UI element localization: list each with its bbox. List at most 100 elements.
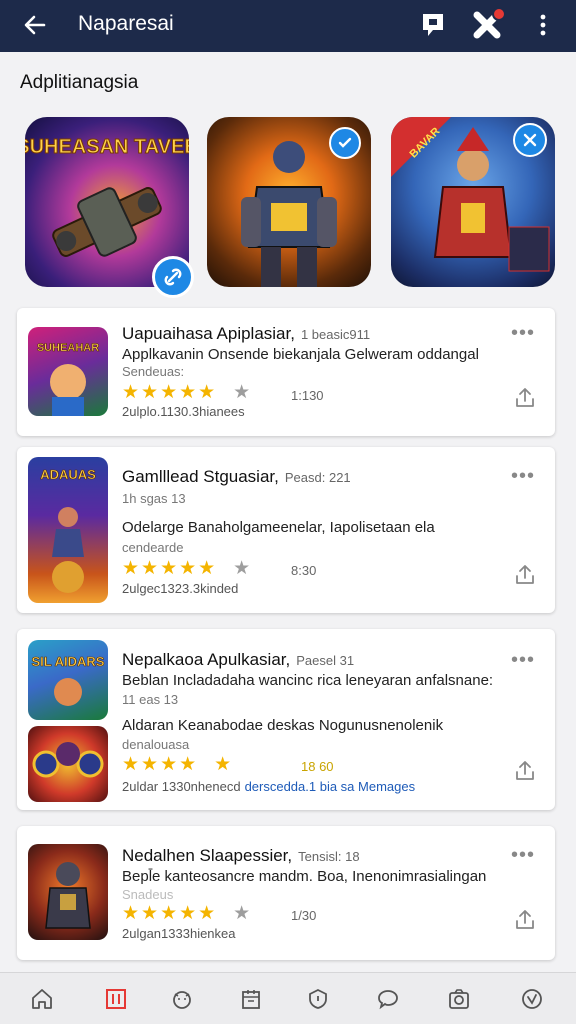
featured-badge-1[interactable]: [152, 256, 194, 298]
arrow-left-icon: [24, 15, 46, 35]
app-thumbnail-2: ADAUAS: [28, 457, 108, 603]
more-options-4[interactable]: •••: [511, 844, 535, 867]
app-thumb-art-2: ADAUAS: [40, 467, 96, 593]
app-thumb-art-3: SIL AIDARS: [31, 654, 105, 706]
section-title: Adplitianagsia: [20, 72, 139, 93]
app-name-text: Nedalhen Slaapessier,: [122, 846, 293, 865]
featured-app-3[interactable]: BAVAR: [391, 117, 555, 287]
camera-icon: [449, 989, 469, 1009]
app-name-text: Gamlllead Stguasiar,: [122, 467, 279, 486]
rating-count-2: 8:30: [291, 563, 317, 578]
rating-count-4: 1/30: [291, 908, 317, 923]
app-card-4[interactable]: Nedalhen Slaapessier, Tensisl: 18 ••• Bep…: [17, 826, 555, 960]
page-title: Naparesai: [78, 12, 174, 35]
notification-badge: [492, 7, 506, 21]
chat-icon: [423, 14, 443, 36]
share-icon[interactable]: [513, 386, 537, 410]
app-thumb-text-1: SUHEAHAR: [37, 342, 99, 354]
featured-app-2[interactable]: [207, 117, 371, 287]
more-vertical-icon: [540, 14, 546, 36]
bookmark-icon: [106, 989, 126, 1009]
app-name-2: Gamlllead Stguasiar, Peasd: 221: [122, 467, 351, 487]
app-thumbnail-3: SIL AIDARS: [28, 640, 108, 720]
nav-check[interactable]: [518, 985, 546, 1013]
app-desc-1: Applkavanin Onsende biekanjala Gelweram …: [122, 346, 479, 363]
app-desc-2: Odelarge Banaholgameenelar, Iapolisetaan…: [122, 519, 435, 536]
link-icon: [164, 268, 182, 286]
chat-button[interactable]: [416, 8, 450, 42]
app-desc-3: Beblan Incladadaha wancinc rica leneyara…: [122, 672, 494, 689]
app-name-1: Uapuaihasa Apiplasiar, 1 beasic911: [122, 324, 370, 344]
app-desc-3c: denalouasa: [122, 737, 190, 752]
app-thumb-text-3: SIL AIDARS: [32, 654, 105, 669]
app-thumb-art-3b: [32, 742, 104, 778]
star-empty: ★: [233, 558, 253, 579]
rating-stars-2: ★★★★★ ★: [122, 557, 252, 580]
face-icon: [173, 991, 191, 1009]
app-desc-4a: Snadeus: [122, 887, 174, 902]
star-partial: ★: [214, 754, 234, 775]
nav-home[interactable]: [28, 985, 56, 1013]
app-thumbnail-4: [28, 844, 108, 940]
more-options-3[interactable]: •••: [511, 649, 535, 672]
back-button[interactable]: [20, 10, 50, 40]
check-icon: [338, 137, 352, 148]
more-options-button[interactable]: [526, 8, 560, 42]
app-meta-1: 1 beasic911: [300, 327, 371, 342]
app-thumbnail-1: SUHEAHAR: [28, 327, 108, 416]
featured-art-text-1: SUHEASAN TAVEE: [25, 136, 189, 158]
app-card-3[interactable]: SIL AIDARS Nepalkaoa Apulkasiar, Paesel 3…: [17, 629, 555, 810]
top-app-bar: Naparesai: [0, 0, 576, 52]
rating-stars-4: ★★★★★ ★: [122, 902, 252, 925]
home-icon: [32, 989, 52, 1009]
app-thumb-text-2: ADAUAS: [40, 467, 96, 482]
close-button[interactable]: [470, 7, 506, 42]
more-options-2[interactable]: •••: [511, 465, 535, 488]
nav-bookmark[interactable]: [102, 985, 130, 1013]
share-icon[interactable]: [513, 759, 537, 783]
app-thumb-art-1: SUHEAHAR: [37, 342, 100, 416]
check-circle-icon: [522, 989, 542, 1009]
calendar-icon: [242, 990, 260, 1009]
nav-shield[interactable]: [304, 985, 332, 1013]
downloads-2: 2ulgec1323.3kinded: [122, 581, 239, 596]
app-name-3: Nepalkaoa Apulkasiar, Paesel 31: [122, 650, 354, 670]
downloads-1: 2ulplo.1130.3hianees: [122, 404, 245, 419]
featured-badge-2[interactable]: [329, 127, 361, 159]
rating-stars-1: ★★★★★ ★: [122, 381, 252, 404]
app-desc-2a: 1h sgas 13: [122, 491, 186, 506]
app-name-text: Nepalkaoa Apulkasiar,: [122, 650, 291, 669]
shield-icon: [309, 988, 327, 1009]
rating-count-3: 18 60: [301, 759, 334, 774]
star-empty: ★: [233, 382, 253, 403]
bottom-navigation: [0, 972, 576, 1024]
app-meta-2: Peasd: 221: [284, 470, 351, 485]
app-card-1[interactable]: SUHEAHAR Uapuaihasa Apiplasiar, 1 beasic9…: [17, 308, 555, 436]
app-meta-3: Paesel 31: [296, 653, 355, 668]
app-name-4: Nedalhen Slaapessier, Tensisl: 18: [122, 846, 360, 866]
app-desc-1b: Sendeuas:: [122, 364, 185, 379]
stars-filled: ★★★★★: [122, 558, 218, 579]
share-icon[interactable]: [513, 563, 537, 587]
stars-filled: ★★★★★: [122, 903, 218, 924]
app-desc-3a: 11 eas 13: [122, 692, 179, 707]
share-icon[interactable]: [513, 908, 537, 932]
downloads-text: 2uldar 1330nhenecd: [122, 779, 241, 794]
app-name-text: Uapuaihasa Apiplasiar,: [122, 324, 295, 343]
nav-face[interactable]: [168, 985, 196, 1013]
star-empty: ★: [233, 903, 253, 924]
nav-camera[interactable]: [445, 985, 473, 1013]
stars-filled: ★★★★: [122, 754, 199, 775]
app-card-2[interactable]: ADAUAS Gamlllead Stguasiar, Peasd: 221 ••…: [17, 447, 555, 613]
app-meta-4: Tensisl: 18: [298, 849, 360, 864]
more-link[interactable]: derscedda.1 bia sa Memages: [245, 779, 416, 794]
app-desc-4: Bepl̄e kanteosancre mandm. Boa, Inenonim…: [122, 868, 487, 885]
nav-chat[interactable]: [374, 985, 402, 1013]
chat-bubble-icon: [378, 990, 398, 1010]
close-icon: [523, 133, 537, 147]
app-desc-3b: Aldaran Keanabodae deskas Nogunusnenolen…: [122, 717, 444, 734]
downloads-3: 2uldar 1330nhenecd derscedda.1 bia sa Mem…: [122, 779, 415, 794]
more-options-1[interactable]: •••: [511, 322, 535, 345]
nav-calendar[interactable]: [237, 985, 265, 1013]
featured-badge-3[interactable]: [513, 123, 547, 157]
